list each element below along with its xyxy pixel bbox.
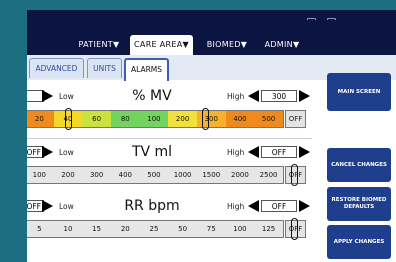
tab-alarms[interactable]: ALARMS — [124, 58, 169, 81]
scale-tick[interactable]: 15 — [82, 221, 111, 237]
tab-units[interactable]: UNITS — [87, 58, 122, 78]
menu-patient[interactable]: PATIENT▼ — [74, 35, 124, 55]
mv-high-label: High — [227, 92, 245, 101]
tv-high-value[interactable]: OFF — [261, 146, 297, 158]
divider — [27, 138, 312, 139]
tab-advanced[interactable]: ADVANCED — [29, 58, 84, 78]
tv-high-label: High — [227, 148, 245, 157]
tv-low-label: Low — [59, 148, 74, 157]
scale-tick[interactable]: 125 — [254, 221, 283, 237]
scale-tick[interactable]: 500 — [140, 167, 169, 183]
cancel-changes-button[interactable]: CANCEL CHANGES — [327, 148, 391, 182]
rr-high-increase-arrow-icon[interactable] — [299, 200, 310, 212]
restore-biomed-defaults-button[interactable]: RESTORE BIOMED DEFAULTS — [327, 187, 391, 221]
tv-high-handle[interactable] — [291, 164, 298, 186]
apply-changes-button[interactable]: APPLY CHANGES — [327, 225, 391, 259]
rr-low-increase-arrow-icon[interactable] — [42, 200, 53, 212]
scale-tick[interactable]: 200 — [54, 167, 83, 183]
menu-care-area[interactable]: CARE AREA▼ — [130, 35, 193, 55]
scale-tick[interactable]: 60 — [82, 111, 111, 127]
scale-tick[interactable]: 25 — [140, 221, 169, 237]
scale-tick[interactable]: 500 — [254, 111, 283, 127]
rr-high-label: High — [227, 202, 245, 211]
menu-admin[interactable]: ADMIN▼ — [257, 35, 307, 55]
mv-high-decrease-arrow-icon[interactable] — [248, 90, 259, 102]
scale-tick[interactable]: 400 — [225, 111, 255, 127]
mv-low-label: Low — [59, 92, 74, 101]
scale-tick[interactable]: 50 — [168, 221, 197, 237]
menu-biomed[interactable]: BIOMED▼ — [202, 35, 252, 55]
title-bar — [27, 10, 396, 45]
rr-low-label: Low — [59, 202, 74, 211]
rr-title: RR bpm — [124, 198, 180, 214]
scale-tick[interactable]: 1000 — [168, 167, 197, 183]
scale-tick[interactable]: 100 — [226, 221, 255, 237]
mv-scale-off[interactable]: OFF — [285, 110, 306, 128]
scale-tick[interactable]: 2000 — [226, 167, 255, 183]
scale-tick[interactable]: 200 — [168, 111, 197, 127]
scale-tick[interactable]: 80 — [110, 111, 140, 127]
scale-tick[interactable]: 100 — [139, 111, 169, 127]
tv-title: TV ml — [131, 144, 173, 160]
rr-high-value[interactable]: OFF — [261, 200, 297, 212]
mv-low-handle[interactable] — [65, 108, 72, 130]
mv-high-increase-arrow-icon[interactable] — [299, 90, 310, 102]
tv-high-increase-arrow-icon[interactable] — [299, 146, 310, 158]
menu-bar: PATIENT▼ CARE AREA▼ BIOMED▼ ADMIN▼ — [27, 20, 396, 55]
tv-high-decrease-arrow-icon[interactable] — [248, 146, 259, 158]
scale-tick[interactable]: 10 — [54, 221, 83, 237]
main-screen-button[interactable]: MAIN SCREEN — [327, 73, 391, 111]
mv-low-increase-arrow-icon[interactable] — [42, 90, 53, 102]
rr-alarm-scale[interactable]: 5 10 15 20 25 50 75 100 125 — [27, 220, 284, 238]
mv-title: % MV — [132, 88, 172, 104]
tv-low-increase-arrow-icon[interactable] — [42, 146, 53, 158]
system-tray — [301, 11, 356, 45]
mv-high-handle[interactable] — [202, 108, 209, 130]
rr-high-handle[interactable] — [291, 218, 298, 240]
scale-tick[interactable]: 2500 — [254, 167, 283, 183]
mv-high-value[interactable]: 300 — [261, 90, 297, 102]
tv-alarm-scale[interactable]: 100 200 300 400 500 1000 1500 2000 2500 — [27, 166, 284, 184]
scale-tick[interactable]: 300 — [82, 167, 111, 183]
scale-tick[interactable]: 5 — [27, 221, 54, 237]
rr-high-decrease-arrow-icon[interactable] — [248, 200, 259, 212]
scale-tick[interactable]: 100 — [27, 167, 54, 183]
alarm-settings-window: PATIENT▼ CARE AREA▼ BIOMED▼ ADMIN▼ ADVAN… — [27, 10, 396, 262]
scale-tick[interactable]: 20 — [27, 111, 54, 127]
scale-tick[interactable]: 20 — [111, 221, 140, 237]
scale-tick[interactable]: 400 — [111, 167, 140, 183]
scale-tick[interactable]: 75 — [197, 221, 226, 237]
scale-tick[interactable]: 1500 — [197, 167, 226, 183]
